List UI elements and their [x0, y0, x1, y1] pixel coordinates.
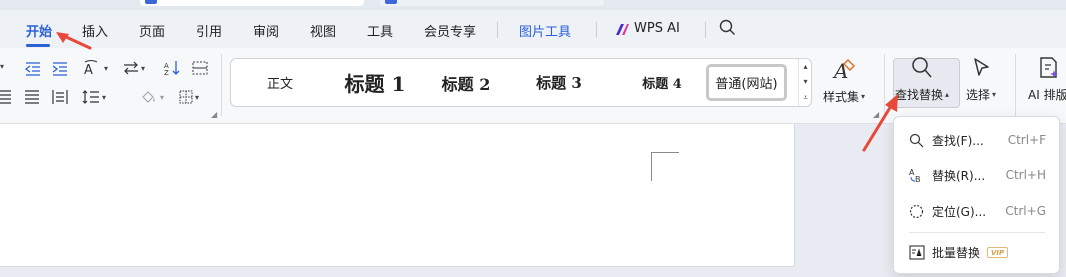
tab-wps-ai[interactable]: WPS AI: [634, 21, 680, 36]
svg-text:Z: Z: [164, 69, 169, 76]
align-icon: [0, 90, 11, 104]
tab-references[interactable]: 引用: [196, 21, 222, 40]
sort-button[interactable]: AZ: [164, 60, 182, 76]
line-spacing-icon: [82, 90, 99, 104]
line-sort-button[interactable]: ▾: [123, 61, 145, 75]
paragraph-settings-launcher[interactable]: ◢: [211, 110, 217, 119]
menu-separator: [705, 22, 706, 38]
chevron-down-icon[interactable]: ▾: [803, 77, 807, 86]
menu-item-find[interactable]: 查找(F)... Ctrl+F: [894, 125, 1059, 155]
ribbon-menu-bar: 开始 插入 页面 引用 审阅 视图 工具 会员专享 图片工具 WPS AI: [0, 10, 1066, 48]
align-left-button[interactable]: [0, 90, 12, 104]
decrease-indent-icon: [25, 62, 40, 76]
text-direction-icon: A: [84, 60, 98, 76]
cursor-arrow-icon: [974, 58, 989, 76]
distributed-align-icon: [52, 90, 68, 104]
style-heading-4[interactable]: 标题 4: [623, 59, 701, 106]
menu-separator: [909, 232, 1045, 233]
document-tab[interactable]: [140, 0, 364, 6]
tab-member[interactable]: 会员专享: [424, 21, 476, 40]
style-set-icon: A: [832, 59, 856, 82]
locate-icon: [909, 204, 924, 218]
chevron-up-icon[interactable]: ▴: [803, 62, 807, 71]
decrease-indent-button[interactable]: [25, 62, 41, 76]
select-label: 选择: [966, 88, 991, 102]
menu-item-label: 查找(F)...: [932, 133, 984, 148]
batch-replace-icon: [909, 244, 925, 260]
tab-tools[interactable]: 工具: [367, 21, 393, 40]
tab-view[interactable]: 视图: [310, 21, 336, 40]
style-set-label: 样式集: [823, 90, 860, 104]
svg-text:A: A: [84, 63, 93, 76]
document-icon: [145, 0, 157, 4]
menu-item-label: 定位(G)...: [932, 204, 987, 219]
document-tab[interactable]: [380, 0, 604, 6]
numbering-dropdown[interactable]: ▾: [0, 62, 4, 71]
shortcut-label: Ctrl+H: [1005, 168, 1046, 182]
tab-picture-tools[interactable]: 图片工具: [519, 21, 571, 40]
replace-icon: AB: [909, 168, 921, 183]
svg-text:B: B: [915, 175, 921, 183]
border-grid-icon: [192, 61, 208, 75]
line-spacing-button[interactable]: ▾: [82, 90, 106, 104]
menu-item-goto[interactable]: 定位(G)... Ctrl+G: [894, 196, 1059, 226]
text-direction-button[interactable]: A ▾: [82, 60, 108, 76]
paint-bucket-icon: [142, 91, 155, 103]
group-separator: [1015, 54, 1016, 116]
menu-separator: [596, 22, 597, 38]
find-replace-menu: 查找(F)... Ctrl+F AB 替换(R)... Ctrl+H 定位(G)…: [893, 116, 1060, 274]
style-normal[interactable]: 正文: [249, 59, 311, 106]
shading-button[interactable]: ▾: [140, 89, 164, 105]
increase-indent-icon: [52, 62, 67, 76]
wps-ai-logo-icon: [616, 24, 629, 35]
distributed-button[interactable]: [52, 90, 68, 104]
search-icon: [909, 133, 924, 147]
sort-az-icon: AZ: [164, 61, 180, 76]
active-tab-indicator: [26, 44, 50, 47]
select-button[interactable]: 选择 ▾: [966, 56, 996, 103]
shortcut-label: Ctrl+F: [1007, 133, 1046, 147]
tab-review[interactable]: 审阅: [253, 21, 279, 40]
swap-arrows-icon: [124, 61, 138, 75]
menu-item-label: 批量替换: [932, 245, 981, 260]
increase-indent-button[interactable]: [52, 62, 68, 76]
vip-badge: VIP: [987, 247, 1009, 258]
borders-button[interactable]: ▾: [179, 90, 199, 104]
document-icon: [385, 0, 397, 4]
ai-layout-label: AI 排版: [1028, 88, 1066, 102]
ai-layout-icon: [1040, 57, 1058, 78]
justify-button[interactable]: [24, 90, 40, 104]
annotation-arrow: [862, 94, 898, 152]
tab-page[interactable]: 页面: [139, 21, 165, 40]
tab-home[interactable]: 开始: [26, 21, 52, 40]
style-heading-2[interactable]: 标题 2: [429, 59, 503, 106]
style-heading-1[interactable]: 标题 1: [331, 59, 419, 106]
page-margin-marker: [651, 152, 679, 181]
menu-item-batch-replace[interactable]: 批量替换 VIP: [894, 237, 1059, 267]
justify-icon: [25, 90, 39, 104]
group-separator: [221, 54, 222, 116]
styles-gallery: 正文 标题 1 标题 2 标题 3 标题 4 普通(网站) ▴ ▾ ⩡: [230, 58, 812, 107]
ribbon-toolbar: ▾ A ▾ ▾ AZ ▾ ▾ ▾ ◢ 正文 标题 1 标题 2 标题 3 标题 …: [0, 48, 1066, 124]
search-icon: [912, 57, 932, 78]
document-tab-strip: [0, 0, 1066, 10]
ai-layout-button[interactable]: AI 排版: [1028, 56, 1066, 103]
style-heading-3[interactable]: 标题 3: [521, 59, 597, 106]
menu-item-replace[interactable]: AB 替换(R)... Ctrl+H: [894, 160, 1059, 190]
gallery-scroll[interactable]: ▴ ▾ ⩡: [798, 59, 812, 106]
menu-separator: [497, 22, 498, 38]
style-normal-web[interactable]: 普通(网站): [706, 64, 787, 101]
shortcut-label: Ctrl+G: [1005, 204, 1046, 218]
document-page[interactable]: [0, 124, 795, 267]
show-marks-button[interactable]: [192, 61, 208, 75]
annotation-arrow: [56, 32, 92, 50]
menu-item-label: 替换(R)...: [932, 168, 986, 183]
borders-icon: [179, 90, 193, 104]
search-icon[interactable]: [719, 19, 736, 36]
expand-gallery-icon[interactable]: ⩡: [803, 93, 808, 103]
